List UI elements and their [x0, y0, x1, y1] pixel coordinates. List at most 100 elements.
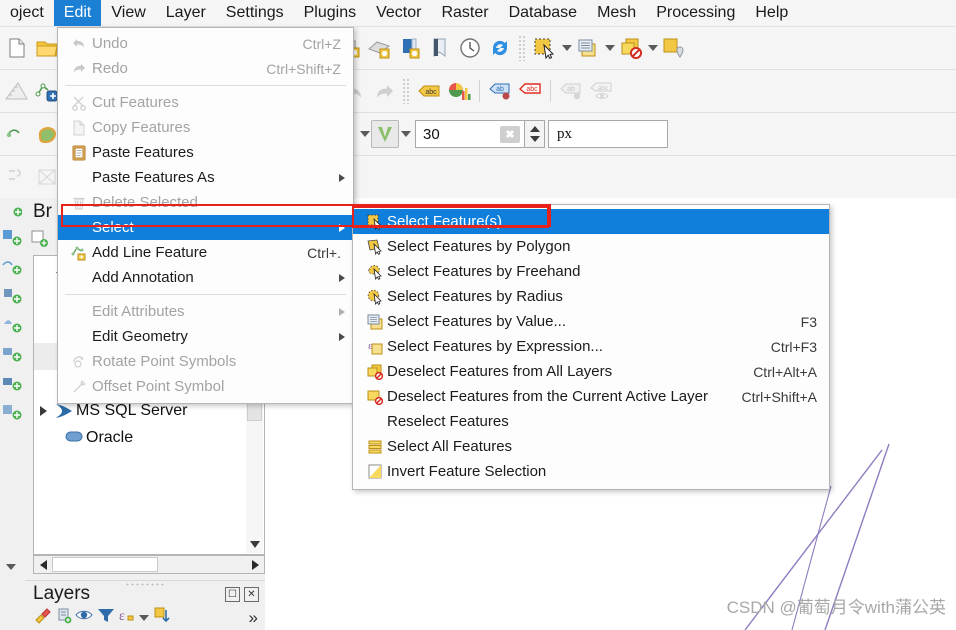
menu-item-rotate-point-symbols[interactable]: Rotate Point Symbols: [58, 349, 353, 374]
menu-item-cut-features[interactable]: Cut Features: [58, 90, 353, 115]
pan-map-icon[interactable]: [365, 31, 395, 65]
redo-icon[interactable]: [369, 74, 399, 108]
select-features-dropdown[interactable]: [560, 31, 573, 65]
select-by-value-icon[interactable]: [573, 31, 603, 65]
deselect-icon[interactable]: [616, 31, 646, 65]
submenu-item-deselect-current-layer[interactable]: Deselect Features from the Current Activ…: [353, 384, 829, 409]
new-map-view-icon[interactable]: [395, 31, 425, 65]
menu-layer[interactable]: Layer: [156, 0, 216, 26]
clear-icon[interactable]: ✖: [500, 125, 520, 143]
menu-plugins[interactable]: Plugins: [294, 0, 366, 26]
statistics-icon[interactable]: [444, 74, 474, 108]
hide-labels-icon[interactable]: ab: [556, 74, 586, 108]
expander-right-icon[interactable]: [34, 405, 52, 416]
browser-horizontal-scrollbar[interactable]: [33, 555, 265, 574]
scroll-left-arrow[interactable]: [34, 556, 52, 573]
undock-icon[interactable]: ☐: [225, 586, 240, 602]
tree-node-oracle[interactable]: Oracle: [34, 424, 264, 451]
menu-item-redo[interactable]: Redo Ctrl+Shift+Z: [58, 56, 353, 81]
left-tool-icon-1[interactable]: [2, 198, 23, 224]
snapping-tolerance-stepper[interactable]: [525, 120, 545, 148]
temporal-controller-icon[interactable]: [455, 31, 485, 65]
measure-line-icon[interactable]: [2, 74, 32, 108]
snap-mode-dropdown[interactable]: [399, 117, 412, 151]
menu-item-copy-features[interactable]: Copy Features: [58, 115, 353, 140]
left-toolbar-overflow-1[interactable]: [4, 550, 17, 584]
submenu-item-select-by-radius[interactable]: Select Features by Radius: [353, 284, 829, 309]
manage-visibility-icon[interactable]: [75, 606, 95, 629]
submenu-item-select-features[interactable]: Select Feature(s): [353, 209, 829, 234]
left-tool-icon-8[interactable]: [2, 401, 23, 427]
menu-database[interactable]: Database: [499, 0, 588, 26]
edit-menu-popup[interactable]: Undo Ctrl+Z Redo Ctrl+Shift+Z Cut Featur…: [57, 27, 354, 404]
dock-grip[interactable]: [125, 582, 165, 587]
submenu-item-invert-feature-selection[interactable]: Invert Feature Selection: [353, 459, 829, 484]
submenu-item-reselect-features[interactable]: Reselect Features: [353, 409, 829, 434]
left-tool-icon-5[interactable]: [2, 314, 23, 340]
bookmark-icon[interactable]: [425, 31, 455, 65]
menu-project[interactable]: oject: [0, 0, 54, 26]
scroll-thumb[interactable]: [52, 557, 158, 572]
menu-settings[interactable]: Settings: [216, 0, 294, 26]
submenu-item-deselect-all-layers[interactable]: Deselect Features from All Layers Ctrl+A…: [353, 359, 829, 384]
menu-mesh[interactable]: Mesh: [587, 0, 646, 26]
menu-processing[interactable]: Processing: [646, 0, 745, 26]
node-tool-icon[interactable]: [2, 117, 32, 151]
menu-item-add-annotation[interactable]: Add Annotation: [58, 265, 353, 290]
menu-help[interactable]: Help: [745, 0, 798, 26]
scroll-right-arrow[interactable]: [246, 556, 264, 573]
menu-item-add-line-feature[interactable]: Add Line Feature Ctrl+.: [58, 240, 353, 265]
snap-layers-dropdown[interactable]: [358, 117, 371, 151]
expression-filter-icon[interactable]: ε: [117, 606, 135, 629]
select-submenu-popup[interactable]: Select Feature(s) Select Features by Pol…: [352, 204, 830, 490]
snapping-tolerance-input[interactable]: 30 ✖: [415, 120, 525, 148]
select-by-value-dropdown[interactable]: [603, 31, 616, 65]
toolbar-grip[interactable]: [518, 35, 527, 61]
menu-view[interactable]: View: [101, 0, 155, 26]
scroll-down-arrow[interactable]: [246, 536, 263, 553]
submenu-item-select-by-value[interactable]: Select Features by Value... F3: [353, 309, 829, 334]
open-layer-styling-icon[interactable]: [33, 606, 53, 629]
overflow-icon[interactable]: »: [249, 608, 265, 628]
snapping-unit-select[interactable]: px: [548, 120, 668, 148]
menu-item-delete-selected[interactable]: Delete Selected: [58, 190, 353, 215]
submenu-item-select-by-freehand[interactable]: Select Features by Freehand: [353, 259, 829, 284]
menu-raster[interactable]: Raster: [431, 0, 498, 26]
add-selected-layers-icon[interactable]: [29, 222, 51, 256]
submenu-item-select-by-polygon[interactable]: Select Features by Polygon: [353, 234, 829, 259]
refresh-icon[interactable]: [485, 31, 515, 65]
expand-all-icon[interactable]: [153, 606, 171, 629]
measure-icon[interactable]: [659, 31, 689, 65]
close-icon[interactable]: ✕: [244, 586, 259, 602]
filter-dropdown-icon[interactable]: [137, 609, 151, 627]
toolbar-grip[interactable]: [402, 78, 411, 104]
left-tool-icon-7[interactable]: [2, 372, 23, 398]
menu-item-select[interactable]: Select: [58, 215, 353, 240]
menu-vector[interactable]: Vector: [366, 0, 431, 26]
menu-item-undo[interactable]: Undo Ctrl+Z: [58, 31, 353, 56]
snapping-tolerance-control[interactable]: 30 ✖: [415, 120, 545, 148]
left-tool-icon-6[interactable]: [2, 343, 23, 369]
menu-item-paste-features[interactable]: Paste Features: [58, 140, 353, 165]
menu-edit[interactable]: Edit: [53, 0, 102, 26]
menu-item-edit-attributes[interactable]: Edit Attributes: [58, 299, 353, 324]
left-tool-icon-4[interactable]: [2, 285, 23, 311]
select-features-icon[interactable]: [530, 31, 560, 65]
highlight-labels-icon[interactable]: abc: [515, 74, 545, 108]
label-icon[interactable]: abc: [414, 74, 444, 108]
show-labels-icon[interactable]: ab: [485, 74, 515, 108]
snap-mode-icon[interactable]: [371, 120, 399, 148]
add-group-icon[interactable]: [55, 606, 73, 629]
menu-item-paste-features-as[interactable]: Paste Features As: [58, 165, 353, 190]
menu-item-offset-point-symbol[interactable]: Offset Point Symbol: [58, 374, 353, 399]
new-project-icon[interactable]: [2, 31, 32, 65]
deselect-dropdown[interactable]: [646, 31, 659, 65]
left-tool-icon-2[interactable]: [2, 227, 23, 253]
submenu-item-select-all-features[interactable]: Select All Features: [353, 434, 829, 459]
menu-item-edit-geometry[interactable]: Edit Geometry: [58, 324, 353, 349]
left-tool-icon-3[interactable]: [2, 256, 23, 282]
offset-curve-icon[interactable]: [2, 160, 32, 194]
submenu-item-select-by-expression[interactable]: ε Select Features by Expression... Ctrl+…: [353, 334, 829, 359]
pin-labels-icon[interactable]: abc: [586, 74, 616, 108]
filter-legend-icon[interactable]: [97, 606, 115, 629]
